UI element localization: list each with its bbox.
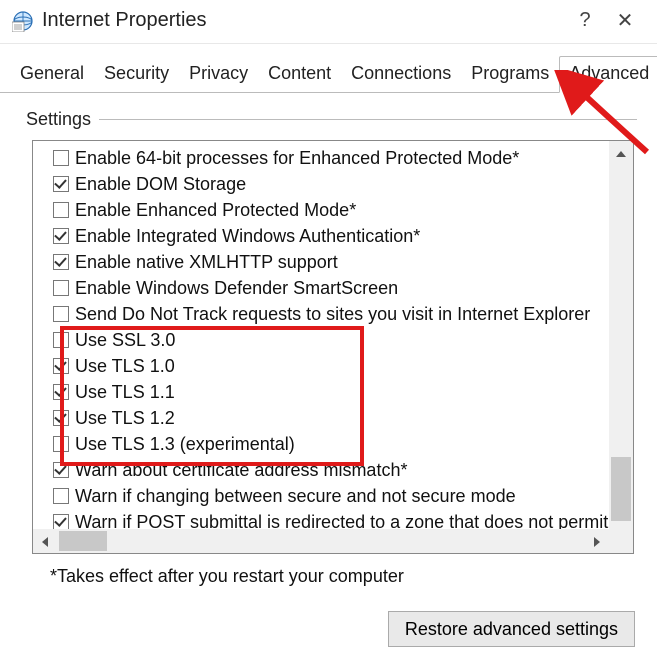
vscroll-track[interactable] [609,167,633,503]
tab-connections[interactable]: Connections [341,56,461,93]
option-checkbox[interactable] [53,150,69,166]
option-checkbox[interactable] [53,410,69,426]
settings-group-header: Settings [26,109,637,130]
option-row: Use TLS 1.2 [53,405,609,431]
horizontal-scrollbar[interactable] [33,529,609,553]
option-row: Enable native XMLHTTP support [53,249,609,275]
titlebar: Internet Properties ? ✕ [0,0,657,44]
close-button[interactable]: ✕ [605,8,645,33]
option-label[interactable]: Warn if changing between secure and not … [75,483,516,509]
tab-security[interactable]: Security [94,56,179,93]
option-checkbox[interactable] [53,280,69,296]
tabstrip: General Security Privacy Content Connect… [0,44,657,93]
option-checkbox[interactable] [53,358,69,374]
scroll-up-button[interactable] [609,141,633,167]
option-row: Use TLS 1.0 [53,353,609,379]
scroll-corner [609,529,633,553]
scroll-right-button[interactable] [585,529,609,554]
option-label[interactable]: Enable Enhanced Protected Mode* [75,197,356,223]
option-label[interactable]: Use TLS 1.2 [75,405,175,431]
option-checkbox[interactable] [53,488,69,504]
hscroll-thumb[interactable] [59,531,107,551]
settings-label: Settings [26,109,99,130]
help-button[interactable]: ? [565,9,605,32]
option-row: Use SSL 3.0 [53,327,609,353]
option-row: Warn about certificate address mismatch* [53,457,609,483]
option-row: Use TLS 1.3 (experimental) [53,431,609,457]
tab-general[interactable]: General [10,56,94,93]
settings-list[interactable]: Enable 64-bit processes for Enhanced Pro… [33,141,609,529]
vscroll-thumb[interactable] [611,457,631,521]
option-checkbox[interactable] [53,462,69,478]
option-checkbox[interactable] [53,254,69,270]
option-row: Warn if POST submittal is redirected to … [53,509,609,529]
option-checkbox[interactable] [53,202,69,218]
option-checkbox[interactable] [53,228,69,244]
option-row: Enable Windows Defender SmartScreen [53,275,609,301]
scroll-left-button[interactable] [33,529,57,554]
restart-footnote: *Takes effect after you restart your com… [50,566,637,587]
settings-listbox: Enable 64-bit processes for Enhanced Pro… [32,140,634,554]
vertical-scrollbar[interactable] [609,141,633,529]
option-checkbox[interactable] [53,514,69,529]
option-label[interactable]: Enable native XMLHTTP support [75,249,338,275]
divider [99,119,637,120]
tab-privacy[interactable]: Privacy [179,56,258,93]
internet-options-icon [12,10,34,32]
option-checkbox[interactable] [53,384,69,400]
option-label[interactable]: Warn if POST submittal is redirected to … [75,509,609,529]
tab-advanced[interactable]: Advanced [559,56,657,93]
option-label[interactable]: Use SSL 3.0 [75,327,175,353]
option-label[interactable]: Use TLS 1.0 [75,353,175,379]
hscroll-track[interactable] [57,529,585,553]
option-row: Enable Integrated Windows Authentication… [53,223,609,249]
option-row: Enable 64-bit processes for Enhanced Pro… [53,145,609,171]
option-label[interactable]: Enable DOM Storage [75,171,246,197]
option-label[interactable]: Enable 64-bit processes for Enhanced Pro… [75,145,519,171]
option-row: Send Do Not Track requests to sites you … [53,301,609,327]
option-checkbox[interactable] [53,436,69,452]
option-label[interactable]: Enable Windows Defender SmartScreen [75,275,398,301]
option-row: Warn if changing between secure and not … [53,483,609,509]
option-row: Use TLS 1.1 [53,379,609,405]
restore-advanced-settings-button[interactable]: Restore advanced settings [388,611,635,647]
option-checkbox[interactable] [53,332,69,348]
option-label[interactable]: Warn about certificate address mismatch* [75,457,407,483]
tab-content[interactable]: Content [258,56,341,93]
window-title: Internet Properties [42,9,565,32]
option-checkbox[interactable] [53,306,69,322]
tab-programs[interactable]: Programs [461,56,559,93]
content-panel: Settings Enable 64-bit processes for Enh… [0,93,657,597]
option-checkbox[interactable] [53,176,69,192]
option-row: Enable Enhanced Protected Mode* [53,197,609,223]
option-label[interactable]: Use TLS 1.3 (experimental) [75,431,295,457]
option-row: Enable DOM Storage [53,171,609,197]
option-label[interactable]: Enable Integrated Windows Authentication… [75,223,420,249]
option-label[interactable]: Send Do Not Track requests to sites you … [75,301,590,327]
option-label[interactable]: Use TLS 1.1 [75,379,175,405]
